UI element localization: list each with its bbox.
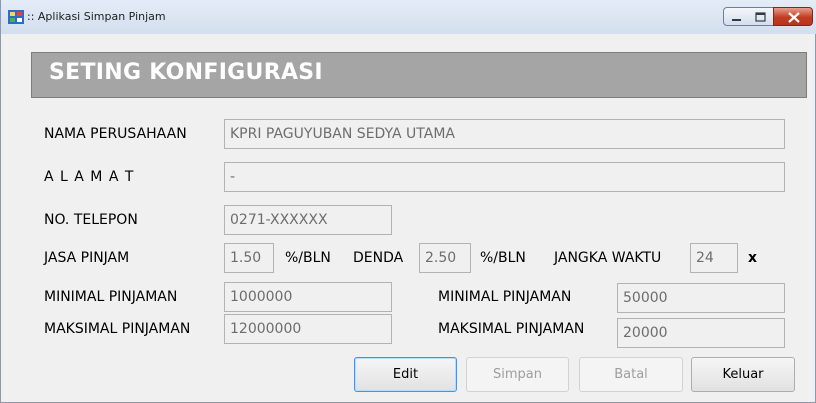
- minimal-pinjaman-2-field[interactable]: 50000: [617, 283, 785, 313]
- close-icon: [788, 12, 800, 23]
- page-title: SETING KONFIGURASI: [49, 60, 323, 85]
- minimal-pinjaman-label: MINIMAL PINJAMAN: [44, 289, 178, 305]
- header-panel: SETING KONFIGURASI: [31, 52, 807, 98]
- telepon-label: NO. TELEPON: [44, 212, 138, 228]
- maximize-button[interactable]: [748, 7, 774, 26]
- minimal-pinjaman-2-label: MINIMAL PINJAMAN: [438, 289, 572, 305]
- maksimal-pinjaman-label: MAKSIMAL PINJAMAN: [44, 321, 191, 337]
- jasa-pinjam-label: JASA PINJAM: [44, 250, 130, 266]
- batal-button[interactable]: Batal: [579, 357, 683, 392]
- app-icon: [8, 10, 24, 24]
- title-bar[interactable]: :: Aplikasi Simpan Pinjam: [1, 0, 816, 34]
- denda-label: DENDA: [353, 250, 404, 266]
- minimize-button[interactable]: [723, 7, 749, 26]
- alamat-field[interactable]: -: [224, 162, 785, 192]
- simpan-button[interactable]: Simpan: [466, 357, 569, 392]
- edit-button[interactable]: Edit: [354, 357, 457, 392]
- jangka-waktu-field[interactable]: 24: [690, 243, 738, 273]
- window-title: :: Aplikasi Simpan Pinjam: [27, 10, 166, 23]
- maximize-icon: [755, 12, 766, 22]
- telepon-field[interactable]: 0271-XXXXXX: [224, 205, 392, 235]
- maksimal-pinjaman-2-label: MAKSIMAL PINJAMAN: [438, 321, 585, 337]
- minimal-pinjaman-field[interactable]: 1000000: [224, 282, 392, 312]
- minimize-icon: [732, 19, 741, 21]
- app-window: :: Aplikasi Simpan Pinjam SETING KONFIGU…: [0, 0, 816, 403]
- denda-unit: %/BLN: [480, 250, 526, 266]
- jasa-pinjam-unit: %/BLN: [285, 250, 331, 266]
- denda-field[interactable]: 2.50: [419, 243, 471, 273]
- jasa-pinjam-field[interactable]: 1.50: [224, 243, 274, 273]
- alamat-label: A L A M A T: [44, 169, 135, 185]
- jangka-waktu-label: JANGKA WAKTU: [554, 250, 662, 266]
- keluar-button[interactable]: Keluar: [691, 357, 795, 392]
- maksimal-pinjaman-field[interactable]: 12000000: [224, 314, 392, 344]
- maksimal-pinjaman-2-field[interactable]: 20000: [617, 318, 785, 348]
- nama-perusahaan-label: NAMA PERUSAHAAN: [44, 126, 187, 142]
- nama-perusahaan-field[interactable]: KPRI PAGUYUBAN SEDYA UTAMA: [224, 119, 785, 149]
- jangka-waktu-unit: x: [748, 250, 758, 266]
- close-button[interactable]: [773, 7, 813, 26]
